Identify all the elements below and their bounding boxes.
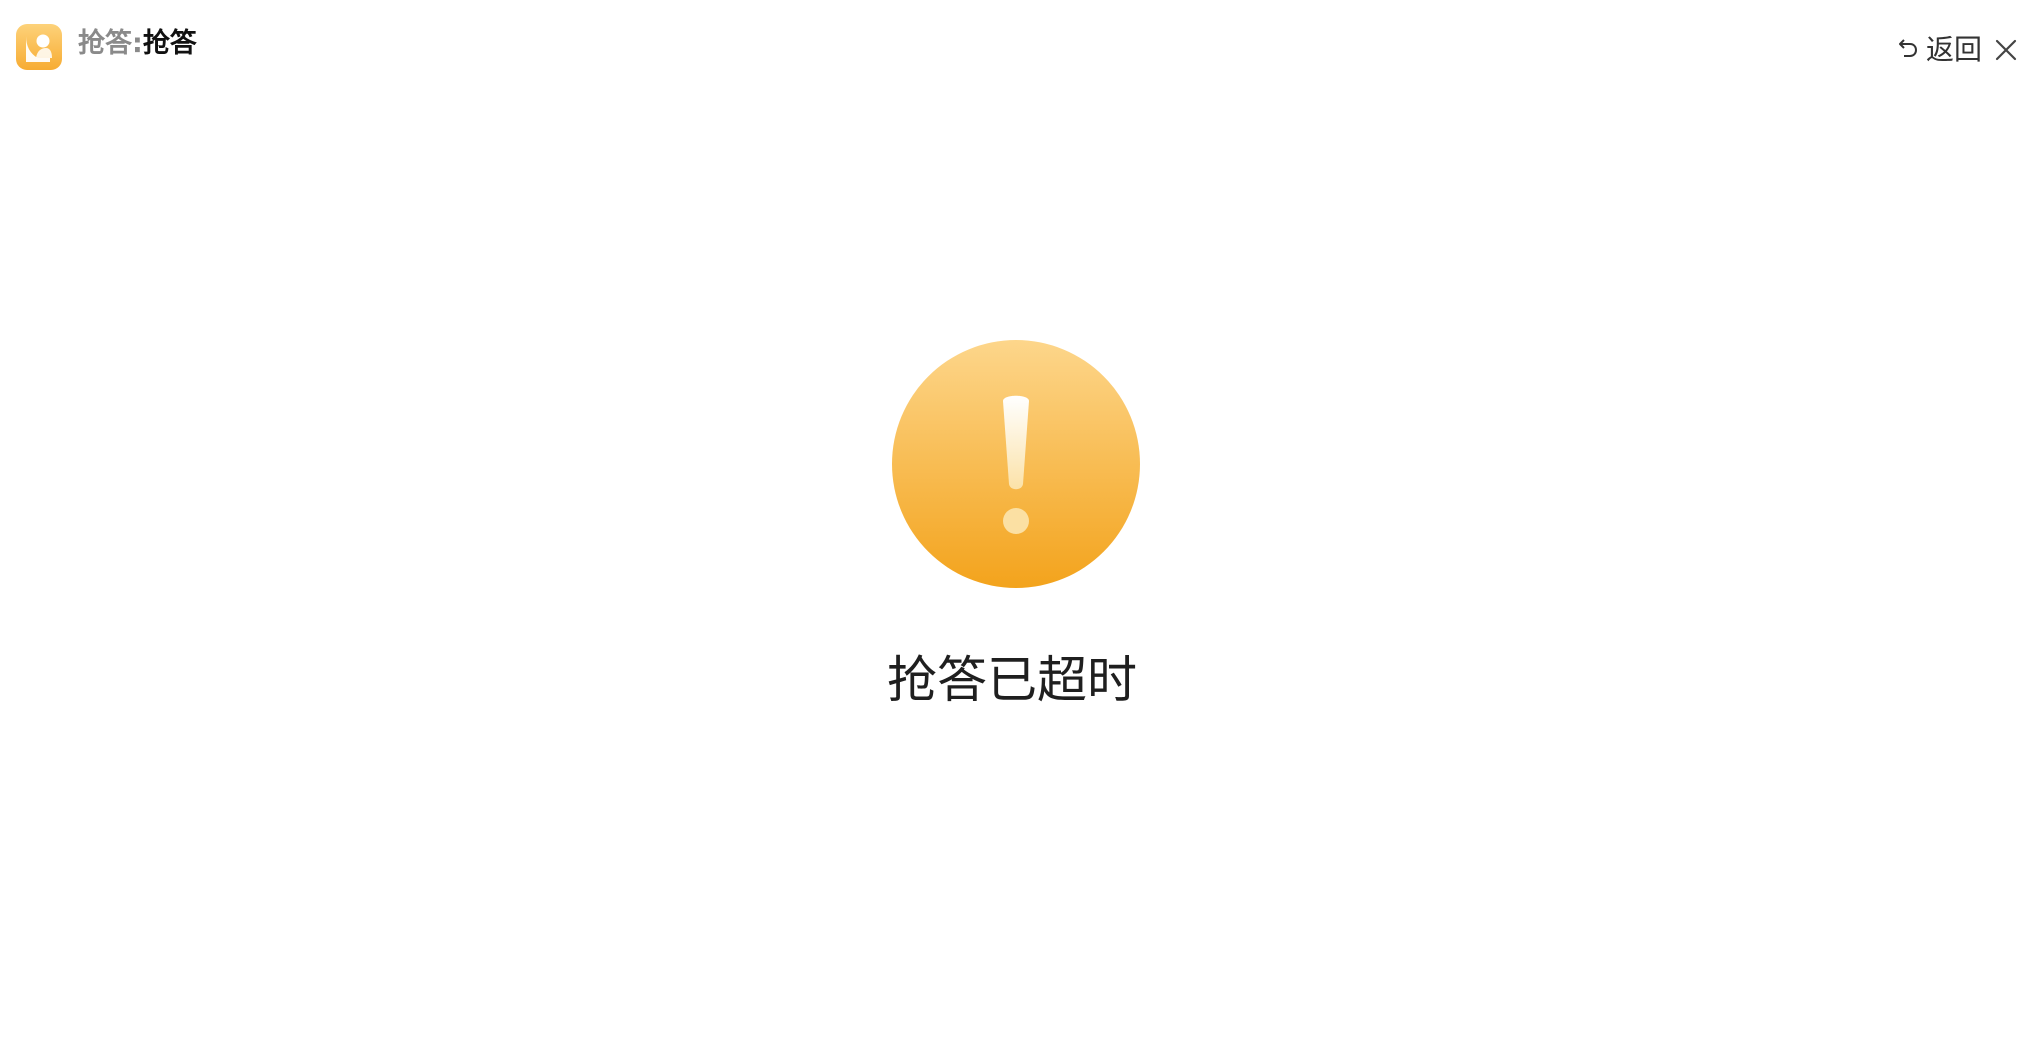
app-window: 抢答:抢答 返回 抢答已超时 — [0, 0, 2024, 1053]
title-prefix: 抢答: — [78, 28, 143, 59]
title-bar: 抢答:抢答 返回 — [0, 0, 2024, 100]
back-label: 返回 — [1926, 33, 1983, 66]
close-icon[interactable] — [1990, 34, 2022, 66]
app-logo-icon — [16, 24, 62, 70]
back-button[interactable]: 返回 — [1894, 30, 1982, 70]
title-name: 抢答 — [142, 28, 197, 59]
warning-exclamation-icon — [891, 339, 1141, 589]
timeout-message: 抢答已超时 — [887, 651, 1137, 709]
window-title: 抢答:抢答 — [78, 24, 197, 64]
undo-arrow-icon — [1894, 35, 1920, 65]
